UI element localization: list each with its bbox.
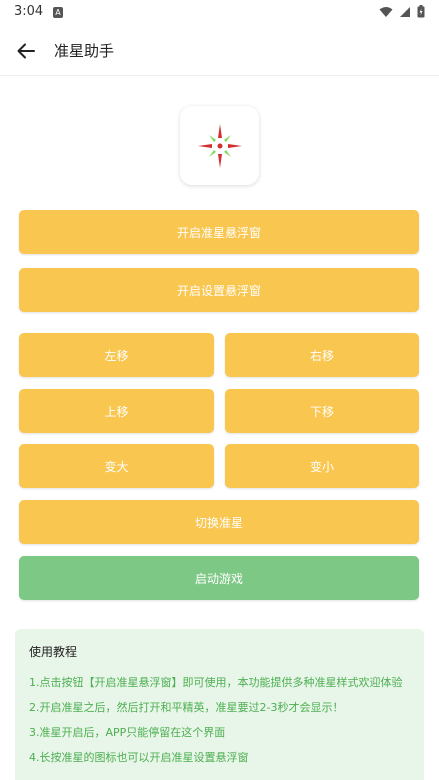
status-time: 3:04	[14, 4, 44, 19]
move-down-button[interactable]: 下移	[225, 389, 419, 433]
app-logo	[180, 106, 259, 185]
page-title: 准星助手	[54, 42, 115, 60]
move-up-button[interactable]: 上移	[19, 389, 214, 433]
start-game-button[interactable]: 启动游戏	[19, 556, 419, 600]
shrink-button[interactable]: 变小	[225, 444, 419, 488]
notification-icon: A	[53, 7, 63, 18]
signal-icon	[400, 6, 410, 17]
tutorial-title: 使用教程	[29, 645, 78, 659]
open-settings-float-button[interactable]: 开启设置悬浮窗	[19, 268, 419, 312]
back-button[interactable]	[12, 37, 40, 65]
tutorial-item: 2.开启准星之后，然后打开和平精英，准星要过2-3秒才会显示！	[29, 701, 344, 714]
switch-crosshair-button[interactable]: 切换准星	[19, 500, 419, 544]
move-left-button[interactable]: 左移	[19, 333, 214, 377]
tutorial-item: 4.长按准星的图标也可以开启准星设置悬浮窗	[29, 751, 249, 764]
crosshair-icon	[197, 123, 242, 168]
arrow-left-icon	[17, 43, 35, 59]
status-icons	[379, 5, 425, 18]
tutorial-item: 3.准星开启后，APP只能停留在这个界面	[29, 726, 226, 739]
move-right-button[interactable]: 右移	[225, 333, 419, 377]
battery-icon	[417, 5, 425, 18]
app-bar: 准星助手	[0, 26, 439, 76]
wifi-icon	[379, 6, 393, 17]
enlarge-button[interactable]: 变大	[19, 444, 214, 488]
open-crosshair-float-button[interactable]: 开启准星悬浮窗	[19, 210, 419, 254]
tutorial-item: 1.点击按钮【开启准星悬浮窗】即可使用，本功能提供多种准星样式欢迎体验	[29, 676, 403, 689]
status-bar: 3:04 A	[0, 0, 439, 26]
tutorial-panel: 使用教程 1.点击按钮【开启准星悬浮窗】即可使用，本功能提供多种准星样式欢迎体验…	[15, 629, 424, 780]
